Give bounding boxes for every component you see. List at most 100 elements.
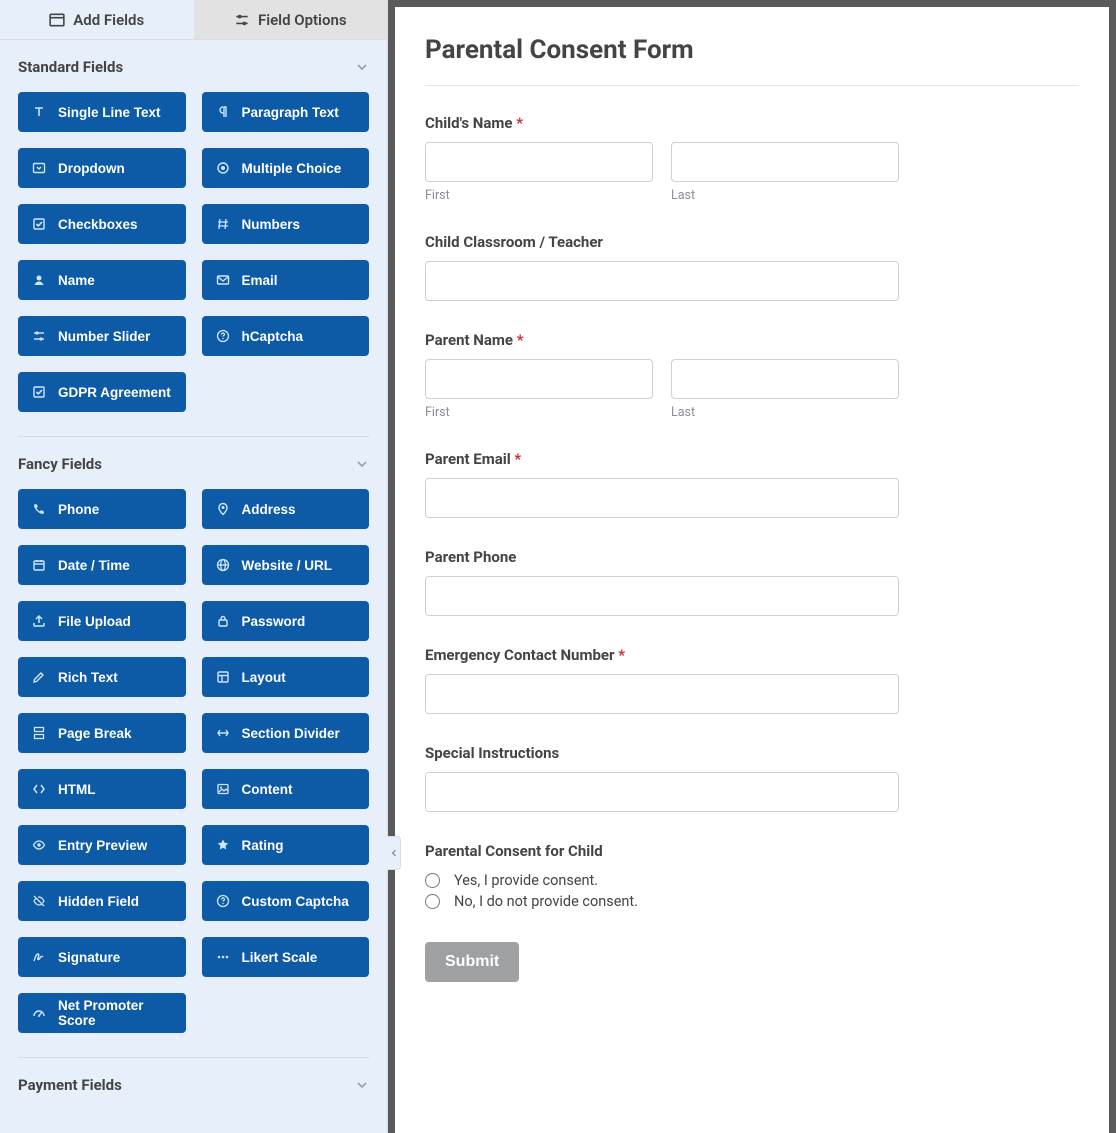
edit-icon (32, 670, 46, 684)
section-title: Fancy Fields (18, 455, 102, 473)
radio-input[interactable] (425, 873, 440, 888)
field-type-single-line-text[interactable]: Single Line Text (18, 92, 186, 132)
section-header-fancy[interactable]: Fancy Fields (18, 437, 369, 479)
field-type-custom-captcha[interactable]: Custom Captcha (202, 881, 370, 921)
field-type-label: Numbers (242, 217, 301, 232)
field-type-label: Checkboxes (58, 217, 138, 232)
chevron-down-icon (355, 1078, 369, 1092)
field-child-name[interactable]: Child's Name * First Last (425, 114, 899, 203)
field-type-hcaptcha[interactable]: hCaptcha (202, 316, 370, 356)
field-type-password[interactable]: Password (202, 601, 370, 641)
radio-option-yes[interactable]: Yes, I provide consent. (425, 870, 899, 891)
field-type-address[interactable]: Address (202, 489, 370, 529)
field-type-file-upload[interactable]: File Upload (18, 601, 186, 641)
question-icon (216, 894, 230, 908)
section-title: Standard Fields (18, 58, 123, 76)
field-type-label: Content (242, 782, 293, 797)
field-type-name[interactable]: Name (18, 260, 186, 300)
radio-label: No, I do not provide consent. (454, 893, 638, 910)
field-parent-phone[interactable]: Parent Phone (425, 548, 899, 616)
field-type-label: Net Promoter Score (58, 998, 172, 1028)
field-label: Special Instructions (425, 744, 899, 762)
field-emergency-contact[interactable]: Emergency Contact Number * (425, 646, 899, 714)
field-type-signature[interactable]: Signature (18, 937, 186, 977)
hash-icon (216, 217, 230, 231)
parent-first-name-input[interactable] (425, 359, 653, 399)
field-parental-consent[interactable]: Parental Consent for Child Yes, I provid… (425, 842, 899, 912)
field-type-label: Page Break (58, 726, 132, 741)
map-pin-icon (216, 502, 230, 516)
field-type-email[interactable]: Email (202, 260, 370, 300)
signature-icon (32, 950, 46, 964)
parent-email-input[interactable] (425, 478, 899, 518)
section-header-payment[interactable]: Payment Fields (18, 1058, 369, 1100)
field-parent-name[interactable]: Parent Name * First Last (425, 331, 899, 420)
sublabel-last: Last (671, 405, 899, 420)
field-type-label: Signature (58, 950, 120, 965)
field-type-label: Hidden Field (58, 894, 139, 909)
phone-icon (32, 502, 46, 516)
required-marker: * (517, 331, 524, 349)
classroom-input[interactable] (425, 261, 899, 301)
child-first-name-input[interactable] (425, 142, 653, 182)
field-type-numbers[interactable]: Numbers (202, 204, 370, 244)
field-type-label: Section Divider (242, 726, 340, 741)
tab-field-options[interactable]: Field Options (194, 0, 388, 39)
field-type-label: Website / URL (242, 558, 333, 573)
field-type-label: Custom Captcha (242, 894, 349, 909)
field-type-rating[interactable]: Rating (202, 825, 370, 865)
sublabel-first: First (425, 405, 653, 420)
field-type-phone[interactable]: Phone (18, 489, 186, 529)
field-parent-email[interactable]: Parent Email * (425, 450, 899, 518)
tab-add-fields[interactable]: Add Fields (0, 0, 194, 39)
user-icon (32, 273, 46, 287)
radio-input[interactable] (425, 894, 440, 909)
emergency-contact-input[interactable] (425, 674, 899, 714)
field-type-dropdown[interactable]: Dropdown (18, 148, 186, 188)
field-type-multiple-choice[interactable]: Multiple Choice (202, 148, 370, 188)
globe-icon (216, 558, 230, 572)
field-type-gdpr-agreement[interactable]: GDPR Agreement (18, 372, 186, 412)
field-type-label: Date / Time (58, 558, 130, 573)
field-type-layout[interactable]: Layout (202, 657, 370, 697)
field-type-hidden-field[interactable]: Hidden Field (18, 881, 186, 921)
field-type-paragraph-text[interactable]: Paragraph Text (202, 92, 370, 132)
field-type-likert-scale[interactable]: Likert Scale (202, 937, 370, 977)
section-header-standard[interactable]: Standard Fields (18, 40, 369, 82)
page-break-icon (32, 726, 46, 740)
field-type-checkboxes[interactable]: Checkboxes (18, 204, 186, 244)
field-type-date-time[interactable]: Date / Time (18, 545, 186, 585)
field-type-label: Email (242, 273, 278, 288)
eye-icon (32, 838, 46, 852)
field-classroom[interactable]: Child Classroom / Teacher (425, 233, 899, 301)
field-type-page-break[interactable]: Page Break (18, 713, 186, 753)
form-canvas[interactable]: Parental Consent Form Child's Name * Fir… (395, 7, 1109, 1133)
submit-button[interactable]: Submit (425, 942, 519, 982)
collapse-sidebar-button[interactable] (387, 836, 401, 870)
field-type-label: Number Slider (58, 329, 150, 344)
field-type-net-promoter-score[interactable]: Net Promoter Score (18, 993, 186, 1033)
special-instructions-input[interactable] (425, 772, 899, 812)
sublabel-first: First (425, 188, 653, 203)
field-special-instructions[interactable]: Special Instructions (425, 744, 899, 812)
parent-last-name-input[interactable] (671, 359, 899, 399)
chevron-down-icon (355, 457, 369, 471)
field-type-label: Rating (242, 838, 284, 853)
field-type-entry-preview[interactable]: Entry Preview (18, 825, 186, 865)
tab-label: Add Fields (73, 11, 144, 29)
field-type-rich-text[interactable]: Rich Text (18, 657, 186, 697)
field-type-content[interactable]: Content (202, 769, 370, 809)
field-type-website-url[interactable]: Website / URL (202, 545, 370, 585)
child-last-name-input[interactable] (671, 142, 899, 182)
field-type-number-slider[interactable]: Number Slider (18, 316, 186, 356)
chevron-down-icon (355, 60, 369, 74)
upload-icon (32, 614, 46, 628)
field-type-label: Paragraph Text (242, 105, 339, 120)
section-title: Payment Fields (18, 1076, 122, 1094)
radio-option-no[interactable]: No, I do not provide consent. (425, 891, 899, 912)
parent-phone-input[interactable] (425, 576, 899, 616)
field-type-section-divider[interactable]: Section Divider (202, 713, 370, 753)
field-type-label: Multiple Choice (242, 161, 342, 176)
field-type-label: File Upload (58, 614, 131, 629)
field-type-html[interactable]: HTML (18, 769, 186, 809)
